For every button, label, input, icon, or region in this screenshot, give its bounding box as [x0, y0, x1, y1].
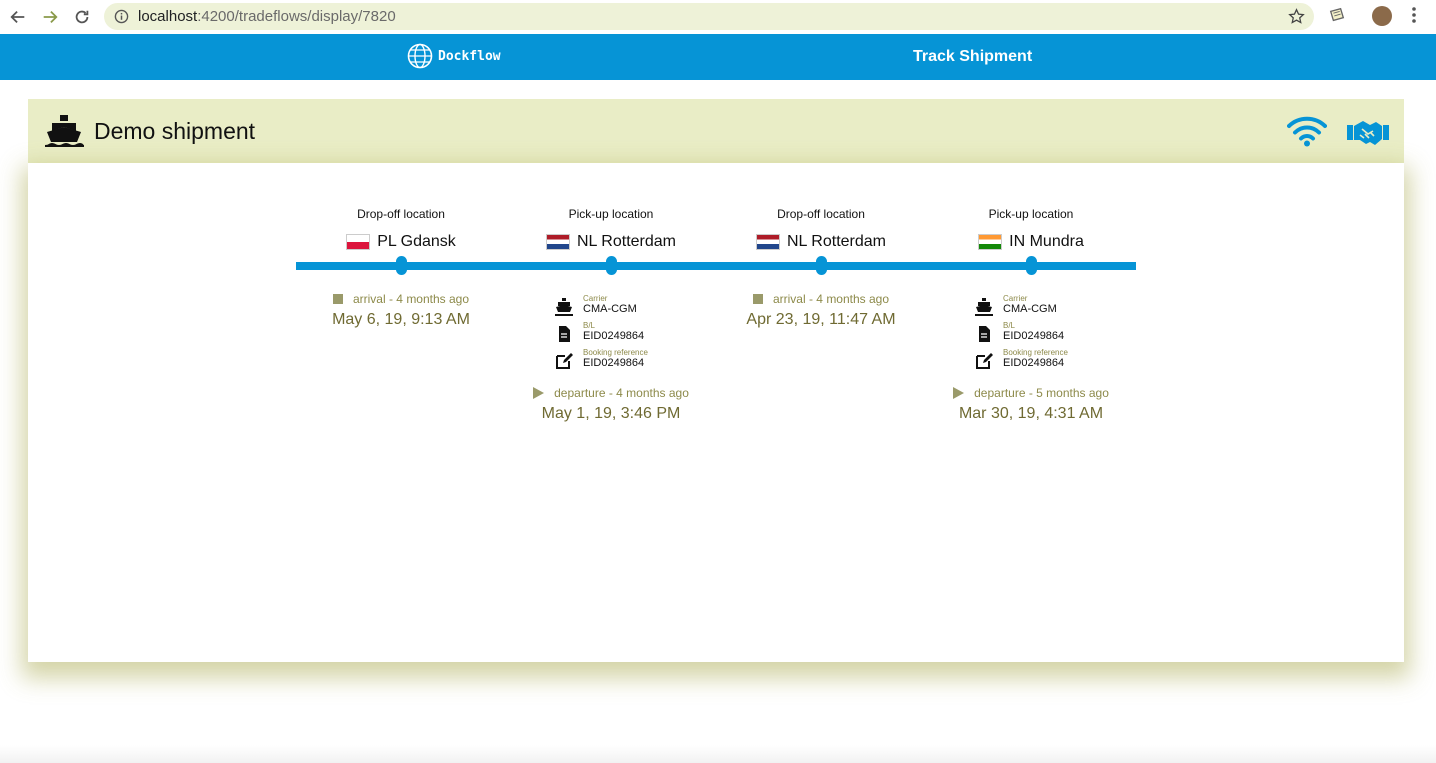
profile-avatar[interactable]: [1372, 6, 1392, 26]
arrow-left-icon: [10, 10, 25, 24]
globe-icon: [407, 43, 433, 69]
booking-value: EID0249864: [583, 357, 645, 369]
route-line: [296, 262, 1136, 270]
location-name: IN Mundra: [1009, 233, 1084, 250]
reload-icon: [75, 10, 89, 24]
app-toolbar: Dockflow Track Shipment: [0, 34, 1436, 80]
stop-location[interactable]: NL Rotterdam: [716, 233, 926, 251]
location-name: NL Rotterdam: [787, 233, 886, 250]
timeline-dot[interactable]: [606, 256, 617, 275]
departure-event: departure - 4 months ago May 1, 19, 3:46…: [506, 386, 716, 423]
forward-button[interactable]: [38, 5, 62, 29]
handshake-icon[interactable]: [1346, 117, 1390, 147]
netherlands-flag-icon: [756, 234, 780, 250]
stop-type: Drop-off location: [357, 207, 445, 221]
stop-square-icon: [752, 294, 763, 304]
ship-icon: [45, 115, 84, 147]
booking-label: Booking reference: [583, 348, 648, 357]
stop-type: Pick-up location: [568, 207, 654, 221]
address-bar[interactable]: localhost:4200/tradeflows/display/7820: [104, 3, 1314, 30]
location-name: PL Gdansk: [377, 233, 456, 250]
timeline-card: Drop-off location PL Gdansk arrival - 4 …: [28, 163, 1404, 662]
booking-value: EID0249864: [1003, 357, 1065, 369]
bl-value: EID0249864: [583, 330, 645, 342]
browser-toolbar: localhost:4200/tradeflows/display/7820: [0, 0, 1436, 34]
url-path: :4200/tradeflows/display/7820: [197, 8, 396, 25]
more-vert-icon[interactable]: [1407, 6, 1421, 24]
stop-location[interactable]: PL Gdansk: [296, 233, 506, 251]
document-icon: [979, 326, 990, 342]
timeline-dot[interactable]: [1026, 256, 1037, 275]
ship-icon: [555, 298, 573, 316]
shipment-title: Demo shipment: [94, 118, 256, 144]
event-label: departure - 5 months ago: [974, 386, 1109, 400]
page-bottom: [0, 745, 1436, 763]
carrier-value: CMA-CGM: [1003, 303, 1057, 315]
url-text[interactable]: localhost:4200/tradeflows/display/7820: [138, 8, 396, 25]
reload-button[interactable]: [70, 5, 94, 29]
edit-icon: [976, 353, 993, 369]
bl-value: EID0249864: [1003, 330, 1065, 342]
extension-icon[interactable]: [1328, 6, 1346, 24]
edit-icon: [556, 353, 573, 369]
arrow-right-icon: [43, 10, 58, 24]
india-flag-icon: [978, 234, 1003, 250]
ship-icon: [975, 298, 993, 316]
event-date: Mar 30, 19, 4:31 AM: [958, 405, 1104, 422]
arrival-event: arrival - 4 months ago May 6, 19, 9:13 A…: [296, 292, 506, 329]
shipment-header: Demo shipment: [28, 99, 1404, 163]
arrival-event: arrival - 4 months ago Apr 23, 19, 11:47…: [716, 292, 926, 329]
carrier-label: Carrier: [1003, 294, 1028, 303]
carrier-label: Carrier: [583, 294, 608, 303]
play-icon: [533, 387, 545, 399]
stop-location[interactable]: IN Mundra: [926, 233, 1136, 251]
event-date: May 1, 19, 3:46 PM: [541, 405, 681, 422]
departure-event: departure - 5 months ago Mar 30, 19, 4:3…: [926, 386, 1136, 423]
stop-type: Drop-off location: [777, 207, 865, 221]
star-icon[interactable]: [1288, 8, 1305, 25]
wifi-icon[interactable]: [1287, 115, 1327, 147]
event-date: Apr 23, 19, 11:47 AM: [746, 311, 896, 328]
brand-logo[interactable]: Dockflow: [407, 42, 501, 70]
event-label: departure - 4 months ago: [554, 386, 689, 400]
brand-name: Dockflow: [438, 48, 501, 64]
timeline-dot[interactable]: [816, 256, 827, 275]
stop-square-icon: [332, 294, 343, 304]
track-shipment-link[interactable]: Track Shipment: [913, 48, 1032, 66]
event-label: arrival - 4 months ago: [772, 292, 890, 306]
location-name: NL Rotterdam: [577, 233, 676, 250]
event-label: arrival - 4 months ago: [352, 292, 470, 306]
back-button[interactable]: [6, 5, 30, 29]
info-icon[interactable]: [114, 9, 129, 24]
timeline-dot[interactable]: [396, 256, 407, 275]
bl-label: B/L: [1003, 321, 1016, 330]
play-icon: [953, 387, 965, 399]
booking-label: Booking reference: [1003, 348, 1068, 357]
stop-type: Pick-up location: [988, 207, 1074, 221]
event-date: May 6, 19, 9:13 AM: [332, 311, 470, 328]
netherlands-flag-icon: [546, 234, 570, 250]
url-host: localhost: [138, 8, 198, 25]
poland-flag-icon: [346, 234, 371, 250]
bl-label: B/L: [583, 321, 596, 330]
document-icon: [559, 326, 570, 342]
stop-location[interactable]: NL Rotterdam: [506, 233, 716, 251]
carrier-value: CMA-CGM: [583, 303, 637, 315]
